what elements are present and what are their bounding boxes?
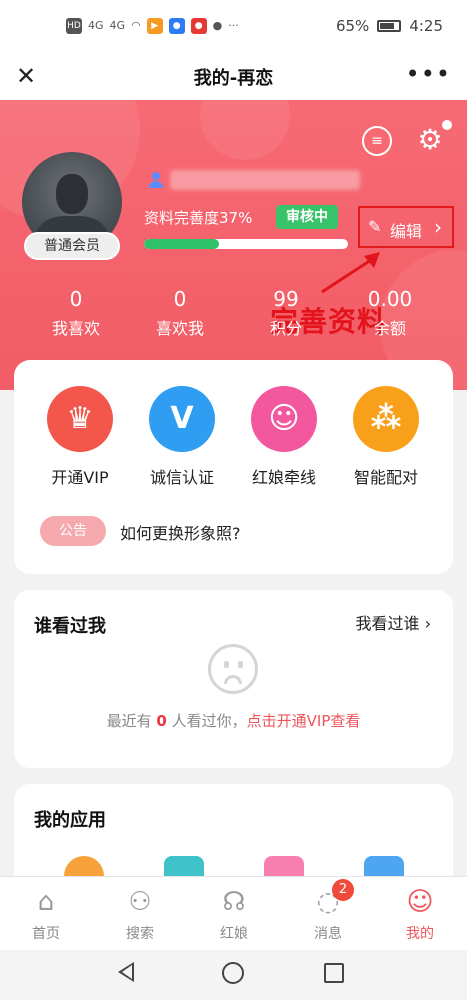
nav-bar: ✕ 我的-再恋 ••• — [0, 52, 467, 100]
completeness-text: 资料完善度37% — [144, 209, 253, 227]
app-notification-icon: ● — [168, 18, 185, 34]
battery-percent: 65% — [335, 17, 370, 35]
stat-liked-by[interactable]: 0 喜欢我 — [130, 286, 230, 342]
matchmaker-icon: ☺ — [251, 386, 317, 452]
headset-icon: ☊ — [222, 887, 246, 917]
clock: 4:25 — [409, 17, 443, 35]
feature-label: 诚信认证 — [149, 468, 214, 487]
user-icon — [148, 172, 164, 188]
stat-label: 余额 — [373, 319, 406, 338]
status-bar: HD 4G 4G ◠ ▶ ● ● ● ··· 65% 4:25 — [0, 0, 467, 52]
notice-text[interactable]: 如何更换形象照? — [120, 520, 241, 544]
unread-badge: 2 — [332, 879, 354, 901]
tab-search[interactable]: ⚇ 搜索 — [100, 885, 180, 943]
avatar-face — [56, 174, 88, 214]
stat-balance[interactable]: 0.00 余额 — [340, 286, 440, 342]
visitors-card: 谁看过我 我看过谁 › 最近有 0 人看过你，点击开通VIP查看 — [14, 590, 453, 768]
network-icon: ⁂ — [353, 386, 419, 452]
status-right: 65% 4:25 — [336, 17, 443, 35]
apps-title: 我的应用 — [34, 810, 106, 831]
feature-label: 红娘牵线 — [251, 468, 316, 487]
more-icon[interactable]: ••• — [406, 62, 451, 86]
member-badge: 普通会员 — [24, 232, 120, 260]
system-nav-bar — [0, 950, 467, 1000]
signal-icon: 4G — [109, 19, 126, 32]
stats-row: 0 我喜欢 0 喜欢我 99 积分 0.00 余额 — [0, 286, 467, 346]
more-notifications-icon: ··· — [228, 19, 239, 32]
sad-face-icon — [208, 644, 258, 694]
chevron-right-icon: › — [424, 614, 431, 633]
notice-badge: 公告 — [40, 516, 106, 546]
crown-icon: ♛ — [47, 386, 113, 452]
visitors-count: 0 — [156, 712, 167, 730]
tab-label: 我的 — [406, 926, 434, 942]
people-icon: ⚇ — [128, 887, 152, 917]
page-title: 我的-再恋 — [193, 68, 274, 89]
visitors-text-before: 最近有 — [106, 712, 152, 730]
chat-notification-icon: ● — [212, 19, 223, 32]
stat-label: 积分 — [269, 319, 302, 338]
visited-by-me-link[interactable]: 我看过谁 › — [355, 610, 431, 634]
signal-icon: 4G — [88, 19, 104, 32]
home-circle-icon[interactable] — [222, 962, 244, 984]
mic-notification-icon: ● — [190, 18, 207, 34]
tab-label: 红娘 — [220, 926, 248, 942]
feature-verification[interactable]: V 诚信认证 — [132, 386, 232, 488]
pencil-icon: ✎ — [368, 217, 382, 236]
visitors-text-after: 人看过你， — [171, 712, 247, 730]
stat-value: 99 — [273, 287, 299, 311]
user-name-blurred — [170, 170, 360, 190]
tab-messages[interactable]: ◌ 消息 2 — [288, 879, 368, 943]
stat-value: 0 — [69, 287, 83, 311]
feature-matchmaker[interactable]: ☺ 红娘牵线 — [234, 386, 334, 488]
back-icon[interactable] — [118, 962, 134, 982]
open-vip-link[interactable]: 点击开通VIP查看 — [247, 712, 361, 730]
tab-mine[interactable]: ☺ 我的 — [380, 885, 460, 943]
completeness-progress-fill — [144, 239, 220, 249]
stat-value: 0.00 — [367, 287, 413, 311]
app-notification-icon: ▶ — [146, 18, 163, 34]
edit-label: 编辑 — [390, 222, 423, 241]
review-status-badge: 审核中 — [276, 205, 338, 229]
home-icon: ⌂ — [37, 887, 55, 917]
features-card: ♛ 开通VIP V 诚信认证 ☺ 红娘牵线 ⁂ 智能配对 公告 如何更换形象照? — [14, 360, 453, 574]
feature-vip[interactable]: ♛ 开通VIP — [30, 386, 130, 488]
tab-matchmaker[interactable]: ☊ 红娘 — [194, 885, 274, 943]
stat-points[interactable]: 99 积分 — [236, 286, 336, 342]
message-icon[interactable]: ≡ — [362, 126, 392, 156]
stat-value: 0 — [173, 287, 187, 311]
decor-bubble — [200, 100, 290, 160]
chat-icon: ◌ — [316, 887, 340, 917]
visitors-title: 谁看过我 — [34, 616, 106, 637]
edit-profile-button[interactable]: ✎ 编辑 › — [358, 206, 454, 248]
status-icons: HD 4G 4G ◠ ▶ ● ● ● ··· — [66, 18, 239, 34]
battery-icon — [377, 20, 402, 32]
visitors-text: 最近有 0 人看过你，点击开通VIP查看 — [14, 710, 453, 731]
profile-icon: ☺ — [406, 887, 434, 917]
notification-dot — [442, 120, 452, 130]
tab-home[interactable]: ⌂ 首页 — [6, 885, 86, 943]
gear-icon[interactable]: ⚙ — [414, 124, 446, 156]
tab-label: 首页 — [32, 926, 60, 942]
chevron-right-icon: › — [434, 215, 442, 239]
feature-label: 智能配对 — [353, 468, 418, 487]
stat-label: 喜欢我 — [155, 319, 204, 338]
stat-label: 我喜欢 — [51, 319, 100, 338]
visited-link-label: 我看过谁 — [355, 614, 420, 633]
feature-label: 开通VIP — [51, 468, 109, 487]
wifi-icon: ◠ — [131, 19, 141, 32]
tab-bar: ⌂ 首页 ⚇ 搜索 ☊ 红娘 ◌ 消息 2 ☺ 我的 — [0, 876, 467, 950]
tab-label: 消息 — [314, 926, 342, 942]
stat-likes[interactable]: 0 我喜欢 — [26, 286, 126, 342]
tab-label: 搜索 — [126, 926, 154, 942]
recent-apps-icon[interactable] — [324, 963, 344, 983]
profile-header: ≡ ⚙ 普通会员 资料完善度37% 审核中 ✎ 编辑 › 完善资料 0 我喜欢 … — [0, 100, 467, 390]
hd-icon: HD — [66, 18, 82, 34]
feature-smart-match[interactable]: ⁂ 智能配对 — [336, 386, 436, 488]
shield-icon: V — [149, 386, 215, 452]
